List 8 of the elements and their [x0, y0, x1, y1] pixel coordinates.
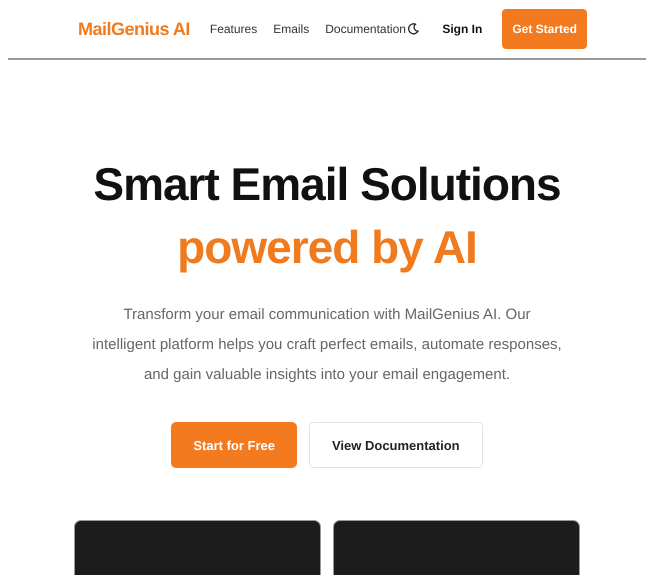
view-docs-button[interactable]: View Documentation: [309, 422, 483, 468]
nav-link[interactable]: Emails: [273, 22, 310, 36]
hero-highlight: powered by AI: [177, 220, 477, 275]
sign-in-link[interactable]: Sign In: [442, 22, 482, 36]
nav-link[interactable]: Documentation: [325, 22, 406, 36]
hero-title: Smart Email Solutions: [93, 157, 561, 212]
nav-link[interactable]: Features: [210, 22, 258, 36]
hero-description: Transform your email communication with MailGenius AI. Our intelligent platform helps you craft perfect emails, automate responses, and gain valuable insights into your email engagement.: [92, 305, 562, 385]
